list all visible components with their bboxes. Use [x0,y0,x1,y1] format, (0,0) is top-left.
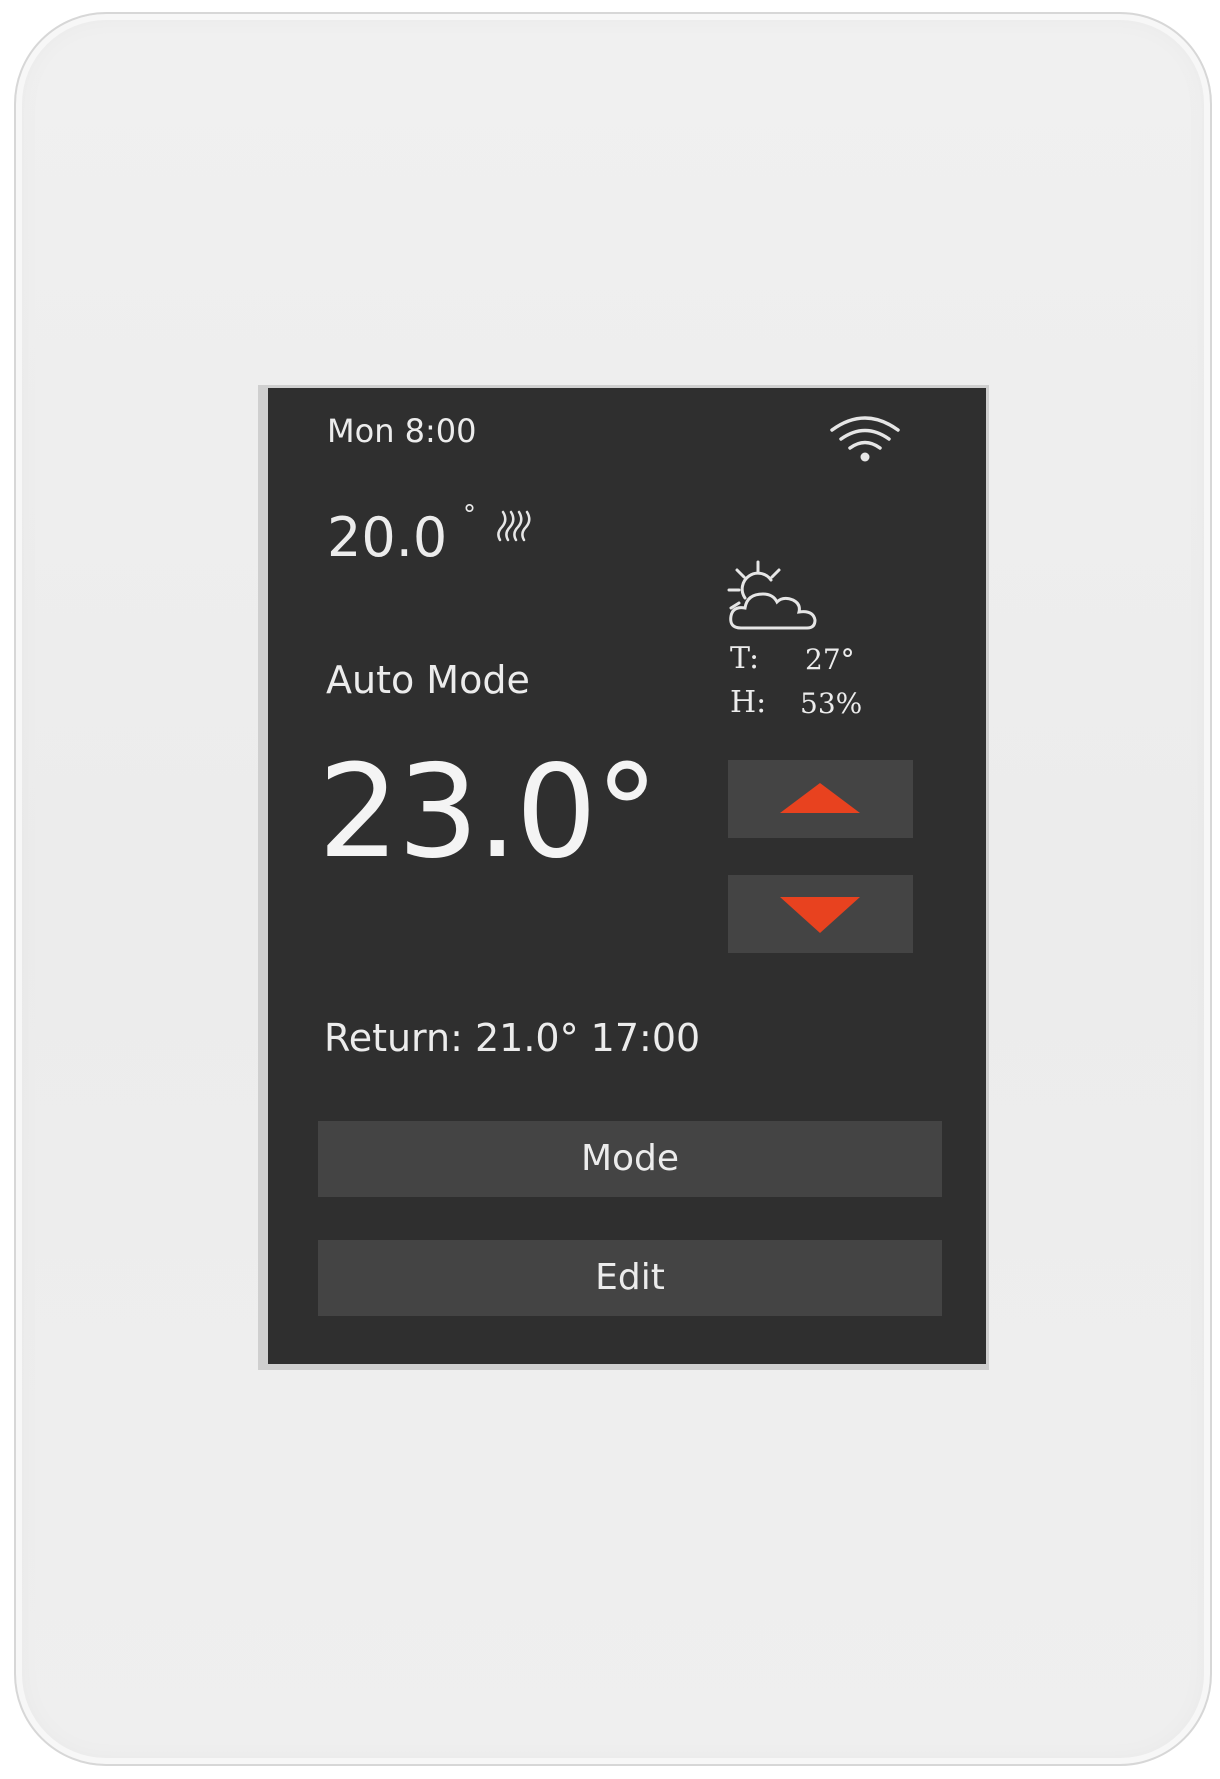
thermostat-screen: Mon 8:00 20.0 ° T: 27° H: 53% Auto Mode … [268,388,986,1364]
floor-temperature: 20.0 [327,506,448,569]
triangle-up-icon [780,783,860,813]
floor-degree-symbol: ° [463,500,476,530]
triangle-down-icon [780,897,860,933]
temperature-up-button[interactable] [728,760,913,838]
weather-humidity-value: 53% [800,687,863,720]
status-datetime: Mon 8:00 [327,412,477,450]
wifi-icon [828,412,902,469]
mode-button[interactable]: Mode [318,1121,942,1197]
weather-temp-value: 27° [805,643,855,676]
temperature-down-button[interactable] [728,875,913,953]
heating-waves-icon [494,506,536,551]
edit-button[interactable]: Edit [318,1240,942,1316]
setpoint-temperature: 23.0° [318,738,659,887]
weather-humidity-label: H: [730,685,767,720]
return-schedule-text: Return: 21.0° 17:00 [324,1016,701,1060]
weather-temp-label: T: [730,641,760,676]
current-mode-label: Auto Mode [326,658,530,702]
partly-cloudy-icon [723,558,823,639]
